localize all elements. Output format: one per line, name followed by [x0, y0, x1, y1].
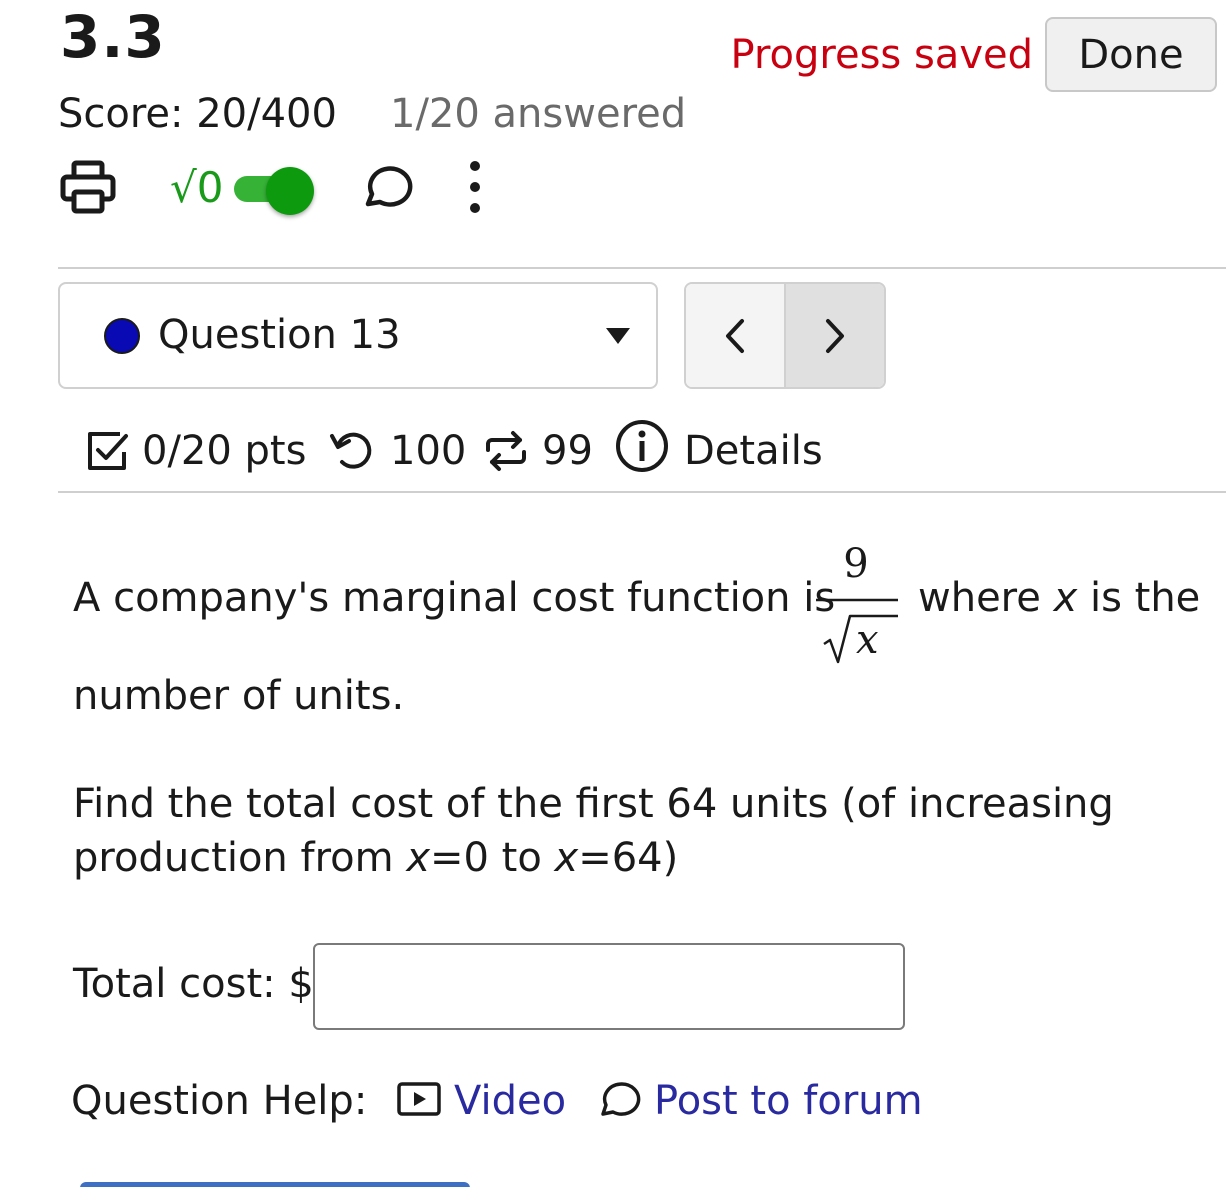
- details-link[interactable]: Details: [684, 420, 823, 482]
- info-icon[interactable]: [614, 418, 670, 478]
- question-task-line1: Find the total cost of the first 64 unit…: [73, 781, 1114, 827]
- question-text-line1-end: where x is the: [918, 575, 1201, 621]
- chevron-left-icon: [726, 318, 744, 353]
- question-select[interactable]: Question 13: [58, 282, 658, 389]
- points-text: 0/20 pts: [142, 428, 307, 474]
- chevron-right-icon: [826, 318, 844, 353]
- assignment-title: 3.3: [60, 3, 166, 71]
- question-nav: [684, 282, 886, 389]
- video-icon[interactable]: [396, 1080, 442, 1124]
- divider: [58, 267, 1226, 269]
- more-options-icon[interactable]: [462, 160, 488, 216]
- retry-icon: [328, 428, 376, 478]
- forum-icon[interactable]: [596, 1076, 642, 1126]
- attempts-count: 99: [542, 428, 593, 474]
- message-icon[interactable]: [358, 160, 414, 216]
- retries-count: 100: [390, 428, 467, 474]
- toggle-knob[interactable]: [266, 167, 314, 215]
- previous-question-button[interactable]: [686, 284, 786, 387]
- next-question-button[interactable]: [786, 284, 884, 387]
- question-text-line1: A company's marginal cost function is: [73, 575, 836, 621]
- printer-icon[interactable]: [58, 160, 118, 216]
- math-entry-label: √0: [170, 163, 224, 212]
- fraction-denominator-variable: x: [856, 617, 879, 663]
- question-status-dot: [104, 318, 140, 354]
- done-button[interactable]: Done: [1045, 17, 1217, 92]
- fraction-numerator: 9: [843, 541, 869, 587]
- total-cost-input[interactable]: [313, 943, 905, 1030]
- question-text-line2: number of units.: [73, 673, 405, 719]
- checkbox-icon: [84, 428, 130, 478]
- score-text: Score: 20/400: [58, 91, 337, 137]
- divider: [58, 491, 1226, 493]
- assignment-page: 3.3 Progress saved Done Score: 20/400 1/…: [0, 0, 1226, 1187]
- video-link[interactable]: Video: [454, 1075, 566, 1127]
- progress-status: Progress saved: [730, 32, 1033, 78]
- answered-count: 1/20 answered: [390, 91, 687, 137]
- question-select-label: Question 13: [158, 312, 401, 358]
- caret-down-icon: [606, 328, 630, 344]
- answer-label: Total cost: $: [73, 961, 314, 1007]
- question-task-line2: production from x=0 to x=64): [73, 835, 679, 881]
- question-help-label: Question Help:: [71, 1078, 368, 1124]
- post-to-forum-link[interactable]: Post to forum: [654, 1075, 923, 1127]
- submit-button-partial[interactable]: [80, 1182, 470, 1187]
- attempts-icon: [482, 428, 530, 478]
